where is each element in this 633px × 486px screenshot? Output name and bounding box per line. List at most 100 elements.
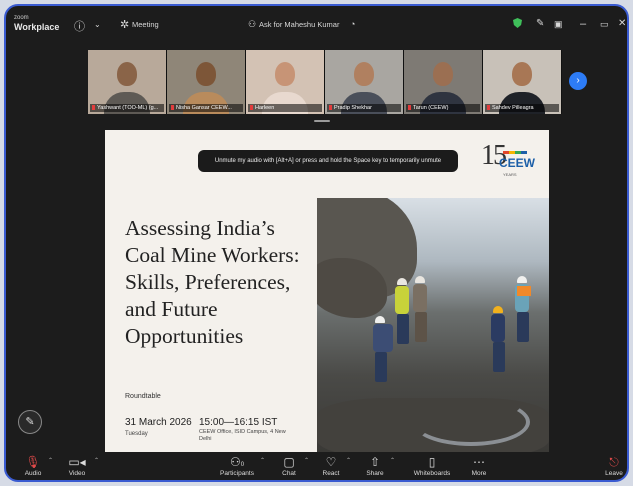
zoom-window: zoom Workplace ⓘ ⌄ ✲ Meeting ⚇ Ask for M…	[4, 4, 629, 482]
participant-name: Harleen	[248, 104, 322, 112]
event-date: 31 March 2026	[125, 417, 192, 428]
chat-caret-icon[interactable]: ⌃	[304, 457, 309, 464]
logo-text: CEEW	[499, 156, 535, 170]
participants-button[interactable]: ⚇0 Participants	[216, 454, 258, 477]
coal-mine-photo	[317, 198, 549, 452]
annotate-pen-button[interactable]: ✎	[18, 410, 42, 434]
mic-muted-icon	[92, 105, 95, 110]
participant-head	[512, 62, 532, 86]
brand-name: Workplace	[14, 22, 60, 32]
participant-name-text: Tarun (CEEW)	[413, 105, 449, 111]
mic-muted-icon	[329, 105, 332, 110]
event-time: 15:00—16:15 IST	[199, 417, 278, 428]
event-day: Tuesday	[125, 431, 148, 437]
more-button[interactable]: ⋯ More	[464, 454, 494, 477]
meeting-toolbar: 🎙︎ Audio ⌃ ▭◂ Video ⌃ ⚇0 Participants ⌃ …	[6, 454, 627, 480]
document-icon[interactable]: ▣	[554, 19, 563, 30]
ask-label[interactable]: Ask for Maheshu Kumar	[259, 20, 339, 29]
participant-tile[interactable]: Harleen	[246, 50, 325, 114]
participant-name-text: Yashwant (TOO-ML) (g...	[97, 105, 159, 111]
mic-muted-icon	[408, 105, 411, 110]
more-icon: ⋯	[473, 455, 485, 469]
participant-tile[interactable]: Nisha Gansar CEEW...	[167, 50, 246, 114]
zoom-logo: zoom Workplace	[14, 14, 59, 32]
react-caret-icon[interactable]: ⌃	[346, 457, 351, 464]
chat-icon: ▢	[283, 455, 295, 469]
participant-head	[117, 62, 137, 86]
participant-strip: Yashwant (TOO-ML) (g... Nisha Gansar CEEW…	[88, 50, 562, 114]
meeting-label[interactable]: Meeting	[132, 20, 159, 29]
participants-caret-icon[interactable]: ⌃	[260, 457, 265, 464]
info-icon[interactable]: ⓘ	[74, 18, 85, 34]
restore-icon[interactable]: ▭	[600, 19, 609, 30]
whiteboards-label: Whiteboards	[413, 470, 451, 477]
share-label: Share	[366, 470, 384, 477]
close-icon[interactable]: ✕	[618, 18, 626, 29]
chevron-down-icon[interactable]: ⌄	[94, 20, 101, 29]
participant-head	[196, 62, 216, 86]
video-button[interactable]: ▭◂ Video	[64, 454, 90, 477]
event-venue: CEEW Office, ISID Campus, 4 New Delhi	[199, 429, 286, 442]
logo-dots	[503, 151, 527, 154]
participant-head	[275, 62, 295, 86]
mic-muted-icon	[487, 105, 490, 110]
video-caret-icon[interactable]: ⌃	[94, 457, 99, 464]
title-line: Opportunities	[125, 324, 244, 348]
participants-count: 0	[240, 462, 245, 468]
leave-button[interactable]: ⎋ Leave	[602, 454, 626, 477]
audio-caret-icon[interactable]: ⌃	[48, 457, 53, 464]
participant-tile[interactable]: Tarun (CEEW)	[404, 50, 483, 114]
participant-name: Sahdev Pilleagra	[485, 104, 559, 112]
camera-icon: ▭◂	[68, 455, 86, 469]
pen-icon[interactable]: ✎	[536, 18, 544, 29]
title-bar: zoom Workplace ⓘ ⌄ ✲ Meeting ⚇ Ask for M…	[6, 6, 627, 48]
shared-slide: Unmute my audio with [Alt+A] or press an…	[105, 130, 549, 452]
share-caret-icon[interactable]: ⌃	[390, 457, 395, 464]
hose	[412, 398, 530, 446]
participant-name-text: Harleen	[255, 105, 275, 111]
participants-label: Participants	[220, 470, 254, 477]
participant-name-text: Pradip Shekhar	[334, 105, 372, 111]
event-format: Roundtable	[125, 393, 161, 400]
react-icon: ♡	[325, 455, 337, 469]
unmute-banner: Unmute my audio with [Alt+A] or press an…	[198, 150, 458, 172]
chat-button[interactable]: ▢ Chat	[274, 454, 304, 477]
title-line: and Future	[125, 297, 218, 321]
ceew-logo: 15 CEEW YEARS	[481, 140, 541, 184]
mic-muted-icon	[250, 105, 253, 110]
title-line: Skills, Preferences,	[125, 270, 291, 294]
next-participants-button[interactable]: ›	[569, 72, 587, 90]
participants-icon: ⚇0	[229, 455, 245, 469]
participant-tile[interactable]: Yashwant (TOO-ML) (g...	[88, 50, 167, 114]
participant-tile[interactable]: Pradip Shekhar	[325, 50, 404, 114]
participant-head	[433, 62, 453, 86]
minimize-icon[interactable]: –	[580, 18, 586, 30]
leave-icon: ⎋	[609, 455, 619, 469]
react-button[interactable]: ♡ React	[316, 454, 346, 477]
slide-title: Assessing India’s Coal Mine Workers: Ski…	[125, 215, 315, 350]
shield-icon[interactable]	[513, 18, 522, 28]
audio-button[interactable]: 🎙︎ Audio	[20, 454, 46, 477]
participant-name: Nisha Gansar CEEW...	[169, 104, 243, 112]
chat-label: Chat	[282, 470, 296, 477]
share-button[interactable]: ⇧ Share	[360, 454, 390, 477]
title-line: Coal Mine Workers:	[125, 243, 300, 267]
resize-handle[interactable]	[314, 120, 330, 122]
participant-head	[354, 62, 374, 86]
mic-muted-icon	[171, 105, 174, 110]
people-icon[interactable]: ⚇	[248, 19, 256, 30]
timer-icon[interactable]: ◔	[350, 19, 355, 29]
whiteboard-icon: ▯	[428, 455, 436, 469]
title-line: Assessing India’s	[125, 216, 275, 240]
participant-name-text: Nisha Gansar CEEW...	[176, 105, 232, 111]
react-label: React	[322, 470, 340, 477]
participant-name: Tarun (CEEW)	[406, 104, 480, 112]
settings-icon[interactable]: ✲	[120, 18, 129, 31]
scarf	[517, 286, 531, 296]
video-label: Video	[68, 470, 86, 477]
more-label: More	[471, 470, 487, 477]
mic-muted-icon: 🎙︎	[25, 455, 41, 469]
whiteboards-button[interactable]: ▯ Whiteboards	[410, 454, 454, 477]
participant-name: Pradip Shekhar	[327, 104, 401, 112]
participant-tile[interactable]: Sahdev Pilleagra	[483, 50, 562, 114]
